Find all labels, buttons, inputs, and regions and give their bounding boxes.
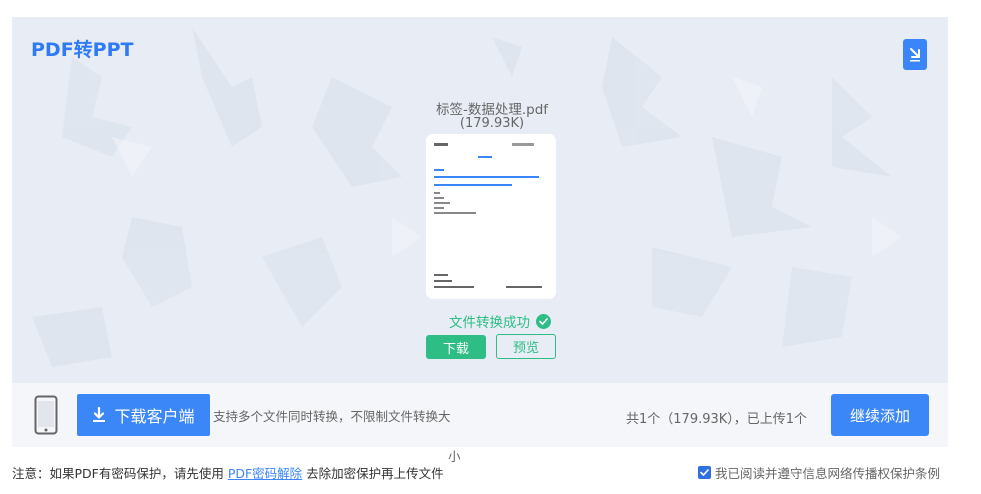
download-icon <box>93 407 106 422</box>
converter-panel: PDF转PPT 标签-数据处理.pdf (179.93K) 文件转换成功 下载 … <box>12 17 948 383</box>
corner-download-button[interactable] <box>903 39 927 70</box>
notice-suffix: 去除加密保护再上传文件 <box>302 466 444 481</box>
file-size: (179.93K) <box>459 116 525 131</box>
download-client-button[interactable]: 下载客户端 <box>77 394 210 436</box>
preview-button[interactable]: 预览 <box>496 334 556 359</box>
upload-count: 共1个（179.93K），已上传1个 <box>626 412 808 427</box>
page-title: PDF转PPT <box>31 39 134 61</box>
phone-icon <box>34 395 58 439</box>
download-button[interactable]: 下载 <box>426 335 486 359</box>
conversion-status: 文件转换成功 <box>449 311 551 331</box>
file-name: 标签-数据处理.pdf <box>435 102 549 118</box>
continue-add-button[interactable]: 继续添加 <box>831 394 929 436</box>
file-thumbnail[interactable] <box>426 134 556 299</box>
notice-prefix: 注意：如果PDF有密码保护，请先使用 <box>12 466 228 481</box>
check-circle-icon <box>536 313 551 329</box>
support-text: 支持多个文件同时转换，不限制文件转换大 <box>213 409 451 424</box>
upload-toolbar: 下载客户端 支持多个文件同时转换，不限制文件转换大 小 共1个（179.93K）… <box>12 383 948 464</box>
agreement[interactable]: 我已阅读并遵守信息网络传播权保护条例 <box>698 463 940 482</box>
download-client-label: 下载客户端 <box>114 407 195 426</box>
pdf-password-remove-link[interactable]: PDF密码解除 <box>228 466 302 481</box>
agreement-text: 我已阅读并遵守信息网络传播权保护条例 <box>715 466 941 481</box>
password-notice: 注意：如果PDF有密码保护，请先使用 PDF密码解除 去除加密保护再上传文件 <box>12 463 444 482</box>
download-arrow-icon <box>910 47 920 61</box>
status-text: 文件转换成功 <box>449 315 530 331</box>
document-preview <box>434 143 542 288</box>
checkbox-checked-icon[interactable] <box>698 466 711 479</box>
support-text-wrap: 小 <box>448 449 461 464</box>
